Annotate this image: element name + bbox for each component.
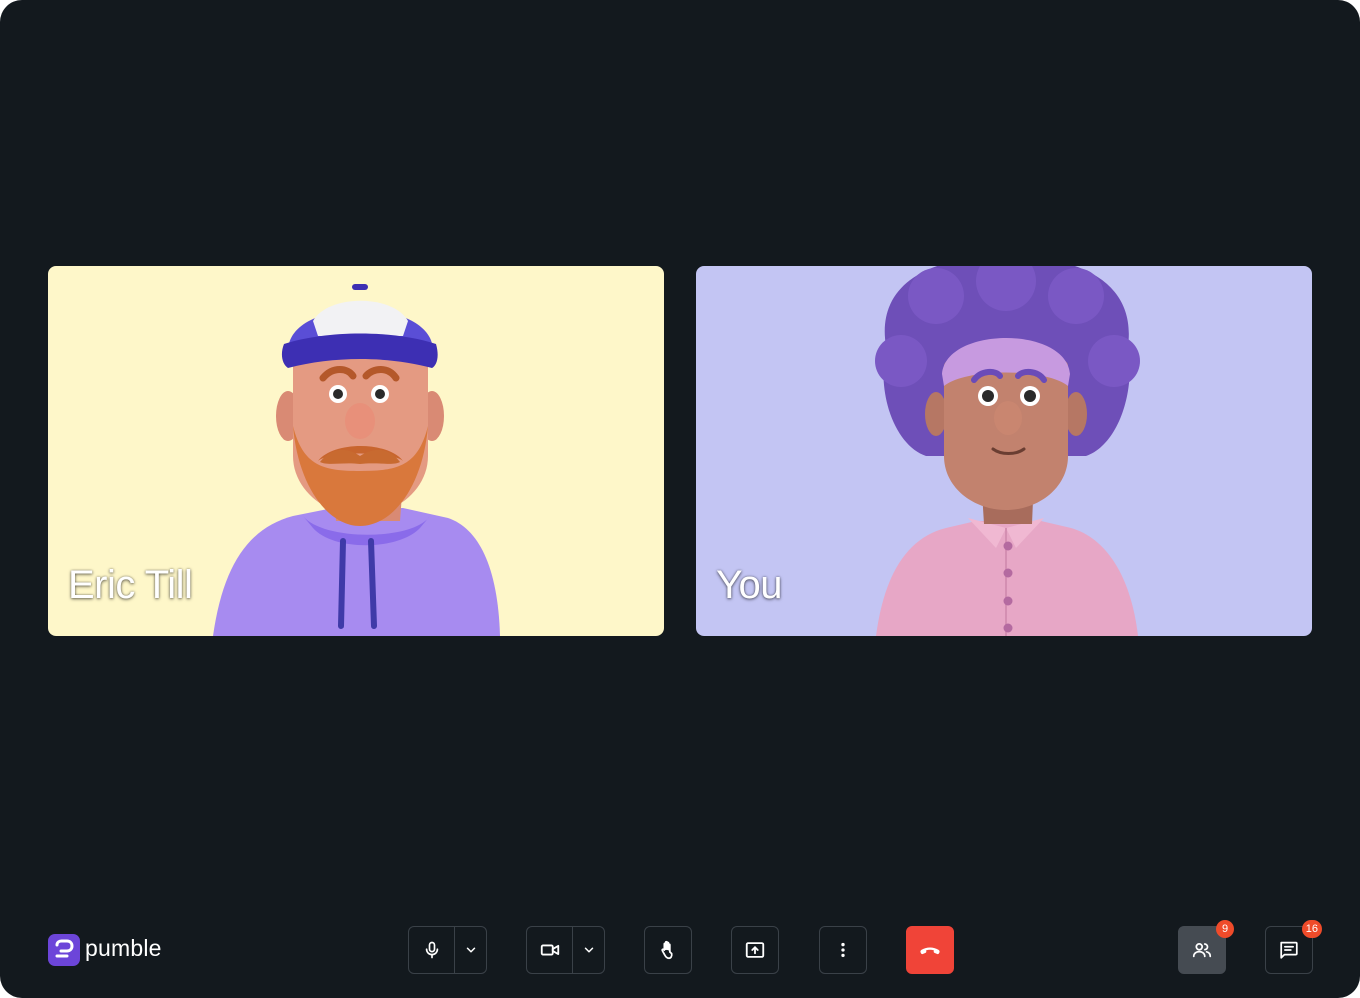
microphone-control — [408, 926, 487, 974]
participant-avatar-you — [875, 266, 1140, 636]
mic-toggle-button[interactable] — [409, 927, 456, 973]
hand-icon — [661, 940, 673, 960]
leave-call-button[interactable] — [906, 926, 954, 974]
chat-button[interactable]: 16 — [1265, 920, 1322, 974]
participant-name: Eric Till — [68, 563, 193, 607]
chat-unread-badge: 16 — [1301, 920, 1322, 938]
more-vertical-icon — [841, 942, 845, 958]
chat-icon — [1280, 941, 1298, 959]
participants-button[interactable]: 9 — [1178, 920, 1234, 974]
screen-share-icon — [745, 942, 765, 958]
mic-options-button[interactable] — [455, 927, 486, 973]
phone-hangup-icon — [920, 947, 940, 955]
people-icon — [1192, 942, 1212, 958]
camera-options-button[interactable] — [573, 927, 604, 973]
participant-name: You — [716, 563, 783, 607]
participants-count-badge: 9 — [1216, 920, 1234, 938]
more-options-button[interactable] — [819, 926, 867, 974]
share-screen-button[interactable] — [731, 926, 779, 974]
microphone-icon — [425, 941, 438, 959]
brand-name: pumble — [85, 935, 162, 961]
chevron-down-icon — [466, 947, 475, 953]
raise-hand-button[interactable] — [644, 926, 692, 974]
video-camera-icon — [540, 944, 559, 956]
chevron-down-icon — [584, 947, 593, 953]
camera-toggle-button[interactable] — [527, 927, 574, 973]
call-window: Eric Till You pumble 9 16 — [0, 0, 1360, 998]
brand-logo-link: pumble — [48, 933, 162, 967]
participant-tile-you[interactable]: You — [696, 266, 1312, 636]
pumble-logo-icon — [48, 934, 80, 966]
camera-control — [526, 926, 605, 974]
participant-tile-eric-till[interactable]: Eric Till — [48, 266, 664, 636]
